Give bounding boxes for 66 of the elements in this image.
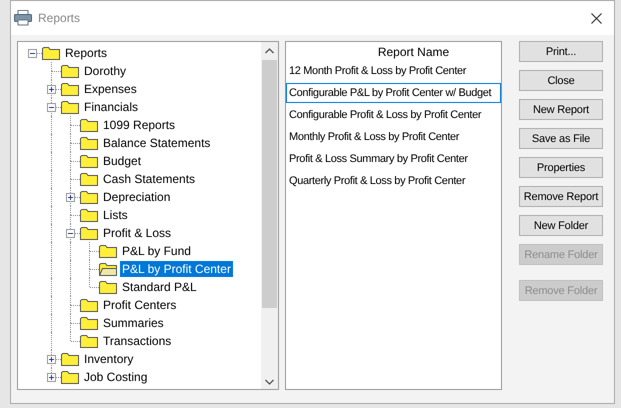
dialog-button[interactable]: New Report [519,99,603,120]
folder-icon [99,262,117,276]
folder-icon [80,334,98,348]
scrollbar[interactable] [261,42,278,389]
expander-icon[interactable] [47,355,56,364]
dialog-button[interactable]: Remove Report [519,186,603,207]
expander-icon[interactable] [47,103,56,112]
tree-item[interactable]: P&L by Fund [120,243,193,259]
folder-icon [80,316,98,330]
folder-icon [61,370,79,384]
folder-icon [80,298,98,312]
folder-icon [80,226,98,240]
tree-item[interactable]: Budget [101,153,144,169]
folder-icon [99,244,117,258]
tree-item[interactable]: P&L by Profit Center [120,261,233,277]
folder-icon [80,190,98,204]
expander-icon[interactable] [28,49,37,58]
expander-icon[interactable] [47,85,56,94]
window-title: Reports [38,11,82,25]
tree-item[interactable]: Transactions [101,333,174,349]
expander-icon[interactable] [47,373,56,382]
dialog-button[interactable]: Save as File [519,128,603,149]
folder-icon [80,172,98,186]
tree-item[interactable]: Lists [101,207,130,223]
tree-item[interactable]: Dorothy [82,63,128,79]
dialog-button[interactable]: New Folder [519,215,603,236]
folder-icon [61,352,79,366]
folder-icon [80,154,98,168]
scroll-up-icon[interactable] [265,48,274,54]
tree-item[interactable]: Cash Statements [101,171,198,187]
tree-item[interactable]: Reports [63,45,110,61]
report-item[interactable]: Quarterly Profit & Loss by Profit Center [286,171,501,191]
tree-item[interactable]: Profit Centers [101,297,178,313]
folder-icon [99,280,117,294]
expander-icon[interactable] [66,229,75,238]
dialog-button[interactable]: Properties [519,157,603,178]
folder-icon [80,136,98,150]
folder-icon [42,46,60,60]
tree-item[interactable]: Financials [82,99,140,115]
folder-icon [80,208,98,222]
tree-item[interactable]: Depreciation [101,189,172,205]
tree-item[interactable]: Standard P&L [120,279,199,295]
tree-item[interactable]: Expenses [82,81,139,97]
folder-icon [61,64,79,78]
report-item[interactable]: Monthly Profit & Loss by Profit Center [286,127,501,147]
folder-icon [61,100,79,114]
tree-item[interactable]: Job Costing [82,369,150,385]
folder-icon [80,118,98,132]
column-header[interactable]: Report Name [286,42,501,61]
tree-item[interactable]: Profit & Loss [101,225,174,241]
tree-item[interactable]: Inventory [82,351,136,367]
expander-icon[interactable] [66,193,75,202]
folder-icon [61,82,79,96]
report-item[interactable]: Configurable P&L by Profit Center w/ Budget [286,83,501,103]
scroll-thumb[interactable] [262,60,277,308]
report-item[interactable]: Profit & Loss Summary by Profit Center [286,149,501,169]
dialog-button[interactable]: Close [519,70,603,91]
report-item[interactable]: 12 Month Profit & Loss by Profit Center [286,61,501,81]
scroll-down-icon[interactable] [265,379,274,385]
report-item[interactable]: Configurable Profit & Loss by Profit Center [286,105,501,125]
tree-item[interactable]: Summaries [101,315,166,331]
close-icon[interactable] [591,12,602,24]
tree-item[interactable]: 1099 Reports [101,117,178,133]
dialog-button[interactable]: Print... [519,41,603,62]
printer-icon [14,10,32,26]
tree-item[interactable]: Balance Statements [101,135,212,151]
